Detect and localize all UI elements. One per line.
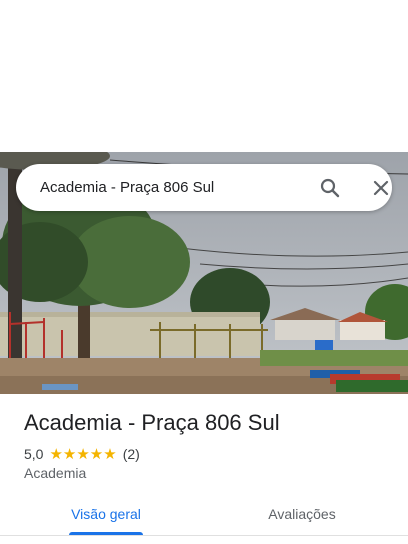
review-count: (2) bbox=[122, 446, 140, 462]
tab-overview[interactable]: Visão geral bbox=[58, 494, 154, 534]
rating-row[interactable]: 5,0 ★★★★★ (2) bbox=[24, 445, 140, 463]
place-details-sheet: Academia - Praça 806 Sul 5,0 ★★★★★ (2) A… bbox=[0, 394, 408, 544]
tab-bar: Visão geral Avaliações bbox=[0, 494, 408, 536]
search-icon[interactable] bbox=[318, 176, 342, 200]
tabs-divider bbox=[0, 535, 408, 536]
place-title: Academia - Praça 806 Sul bbox=[24, 410, 280, 435]
rating-value: 5,0 bbox=[24, 446, 44, 462]
tab-reviews[interactable]: Avaliações bbox=[254, 494, 350, 534]
place-category: Academia bbox=[24, 465, 87, 481]
search-input[interactable]: Academia - Praça 806 Sul bbox=[40, 164, 214, 211]
search-bar[interactable]: Academia - Praça 806 Sul bbox=[16, 164, 392, 211]
star-rating: ★★★★★ bbox=[49, 446, 117, 463]
close-icon[interactable] bbox=[369, 176, 393, 200]
